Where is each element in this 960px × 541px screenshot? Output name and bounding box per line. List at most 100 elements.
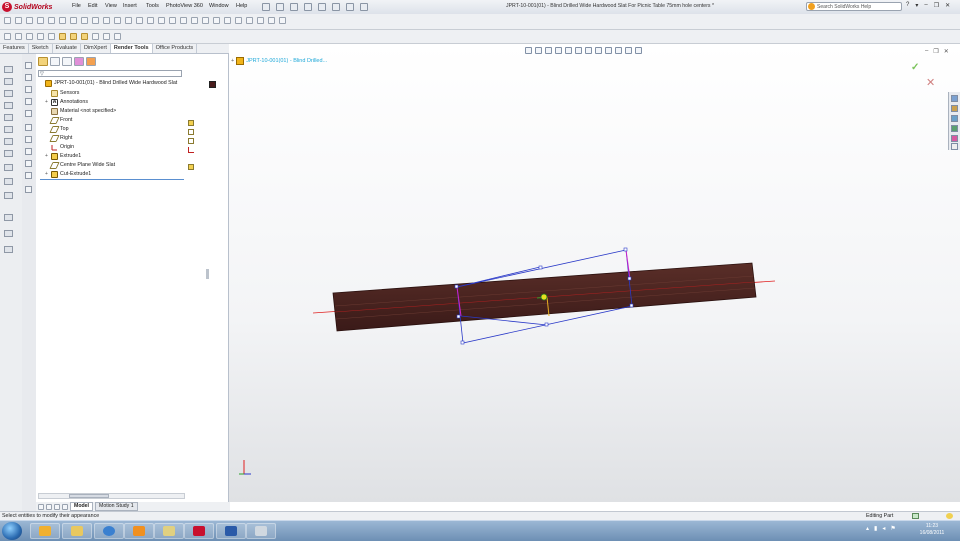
taskbar-app-button[interactable]: [30, 523, 60, 539]
tree-item-origin[interactable]: Origin: [44, 143, 74, 152]
taskbar-app-button[interactable]: [62, 523, 92, 539]
tab-scroll-first-icon[interactable]: [54, 503, 60, 510]
tree-root-part[interactable]: JPRT-10-001(01) - Blind Drilled Wide Har…: [38, 79, 177, 88]
toolbar-icon[interactable]: [202, 17, 209, 24]
feature-manager-icon[interactable]: [25, 62, 32, 69]
render-settings-icon[interactable]: [114, 33, 121, 40]
toolbar-icon[interactable]: [37, 17, 44, 24]
toolbar-icon[interactable]: [235, 17, 242, 24]
tree-horizontal-scrollbar[interactable]: [38, 493, 185, 499]
toolbar-icon[interactable]: [224, 17, 231, 24]
toolbar-icon[interactable]: [246, 17, 253, 24]
tab-sketch[interactable]: Sketch: [29, 44, 53, 53]
toolbar-icon[interactable]: [125, 17, 132, 24]
tree-filter-input[interactable]: ▽: [38, 70, 182, 77]
menu-insert[interactable]: Insert: [123, 3, 137, 9]
sketch-point[interactable]: [623, 247, 628, 252]
menu-file[interactable]: File: [72, 3, 81, 9]
toolbar-icon[interactable]: [169, 17, 176, 24]
plane-visibility-icon[interactable]: [188, 164, 194, 170]
tree-item-sensors[interactable]: Sensors: [44, 89, 79, 98]
side-tool-icon[interactable]: [25, 124, 32, 131]
graphics-area[interactable]: – ❐ ✕ + JPRT-10-001(01) - Blind Drilled.…: [229, 44, 960, 502]
pattern-tool-icon[interactable]: [4, 164, 13, 171]
tab-evaluate[interactable]: Evaluate: [53, 44, 81, 53]
toolbar-icon[interactable]: [15, 17, 22, 24]
mirror-tool-icon[interactable]: [4, 150, 13, 157]
menu-view[interactable]: View: [105, 3, 117, 9]
toolbar-icon[interactable]: [103, 17, 110, 24]
menu-help[interactable]: Help: [236, 3, 247, 9]
photoview-preview-icon[interactable]: [4, 33, 11, 40]
taskbar-app-button[interactable]: [246, 523, 276, 539]
tree-item-cut-extrude1[interactable]: + Cut-Extrude1: [44, 170, 91, 179]
save-icon[interactable]: [290, 3, 298, 11]
slot-tool-icon[interactable]: [4, 114, 13, 121]
taskbar-app-button[interactable]: [124, 523, 154, 539]
tree-item-extrude1[interactable]: + Extrude1: [44, 152, 81, 161]
toolbar-icon[interactable]: [180, 17, 187, 24]
menu-window[interactable]: Window: [209, 3, 229, 9]
appearance-swatch-icon[interactable]: [188, 120, 194, 126]
menu-photoview[interactable]: PhotoView 360: [166, 3, 203, 9]
arc-tool-icon[interactable]: [4, 102, 13, 109]
model-viewport[interactable]: [229, 44, 960, 502]
schedule-render-icon[interactable]: [92, 33, 99, 40]
panel-splitter[interactable]: [206, 269, 209, 279]
open-icon[interactable]: [276, 3, 284, 11]
taskbar-app-button[interactable]: [154, 523, 184, 539]
select-icon[interactable]: [332, 3, 340, 11]
cameras-icon[interactable]: [74, 57, 84, 66]
toolbar-icon[interactable]: [158, 17, 165, 24]
toolbar-icon[interactable]: [59, 17, 66, 24]
sketch-point[interactable]: [544, 322, 549, 327]
scenes-lights-icon[interactable]: [62, 57, 72, 66]
render-region-icon[interactable]: [37, 33, 44, 40]
dimension-tool-icon[interactable]: [4, 178, 13, 185]
tab-scroll-right-icon[interactable]: [46, 503, 52, 510]
side-tool-icon[interactable]: [25, 172, 32, 179]
plane-visibility-icon[interactable]: [188, 138, 194, 144]
action-center-icon[interactable]: ⚑: [890, 525, 895, 532]
taskbar-app-button[interactable]: [216, 523, 246, 539]
origin-point[interactable]: [540, 293, 548, 301]
restore-button[interactable]: ❐: [934, 2, 939, 9]
toolbar-icon[interactable]: [4, 17, 11, 24]
taskbar-app-button[interactable]: [94, 523, 124, 539]
integrated-preview-icon[interactable]: [15, 33, 22, 40]
toolbar-icon[interactable]: [257, 17, 264, 24]
help-button[interactable]: ?: [906, 2, 909, 9]
display-manager-icon[interactable]: [25, 110, 32, 117]
property-manager-icon[interactable]: [25, 74, 32, 81]
rollback-bar[interactable]: [40, 179, 184, 180]
sketch-point[interactable]: [456, 314, 461, 319]
network-icon[interactable]: ▮: [874, 525, 877, 532]
circle-tool-icon[interactable]: [4, 90, 13, 97]
tab-scroll-last-icon[interactable]: [62, 503, 68, 510]
rebuild-icon[interactable]: [346, 3, 354, 11]
side-tool-icon[interactable]: [25, 148, 32, 155]
options-icon[interactable]: [360, 3, 368, 11]
tab-model[interactable]: Model: [70, 502, 93, 511]
part-appearance-swatch[interactable]: [209, 81, 216, 88]
toolbar-icon[interactable]: [114, 17, 121, 24]
show-hidden-icons-icon[interactable]: ▴: [866, 525, 869, 532]
centerline-tool-icon[interactable]: [4, 246, 13, 253]
rectangle-tool-icon[interactable]: [4, 78, 13, 85]
toolbar-icon[interactable]: [26, 17, 33, 24]
toolbar-icon[interactable]: [136, 17, 143, 24]
tab-dimxpert[interactable]: DimXpert: [81, 44, 111, 53]
side-tool-icon[interactable]: [25, 136, 32, 143]
toolbar-icon[interactable]: [147, 17, 154, 24]
new-document-icon[interactable]: [262, 3, 270, 11]
options-icon[interactable]: [48, 33, 55, 40]
volume-icon[interactable]: ◂: [882, 525, 885, 532]
sketch-tool-icon[interactable]: [4, 66, 13, 73]
solidworks-logo[interactable]: S SolidWorks: [2, 1, 66, 13]
expand-icon[interactable]: +: [44, 98, 49, 107]
line-tool-icon[interactable]: [4, 214, 13, 221]
relation-tool-icon[interactable]: [4, 192, 13, 199]
trim-tool-icon[interactable]: [4, 138, 13, 145]
scrollbar-thumb[interactable]: [69, 494, 109, 498]
spline-tool-icon[interactable]: [4, 126, 13, 133]
